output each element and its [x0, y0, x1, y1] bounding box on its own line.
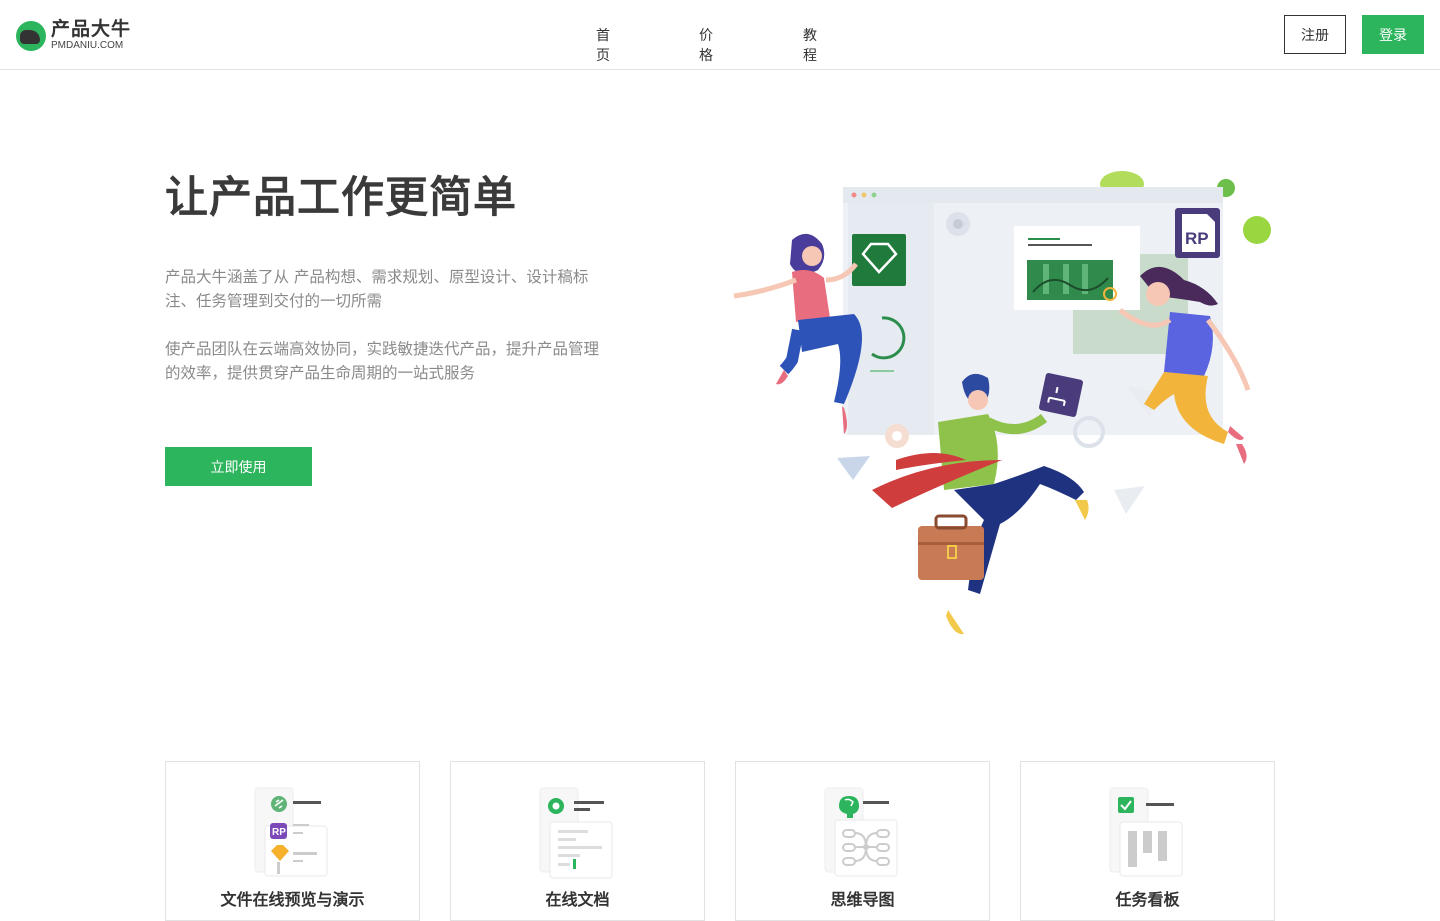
woman-left-illustration	[733, 233, 862, 434]
register-button[interactable]: 注册	[1284, 15, 1346, 54]
nav-pricing[interactable]: 价格	[699, 25, 713, 65]
chart-card	[1014, 226, 1140, 310]
nav-tutorials[interactable]: 教程	[803, 25, 817, 65]
rp-badge-text: RP	[1185, 229, 1209, 248]
briefcase-icon	[918, 514, 984, 580]
sketch-app-icon	[852, 234, 906, 286]
logo[interactable]: 产品大牛 PMDANIU.COM	[16, 20, 131, 51]
logo-domain: PMDANIU.COM	[51, 40, 124, 51]
file-preview-icon: RP	[254, 787, 328, 877]
nav-home[interactable]: 首页	[596, 25, 610, 65]
feature-label: 在线文档	[545, 890, 610, 909]
feature-card-online-docs[interactable]: 在线文档	[450, 761, 705, 921]
hero-description-2: 使产品团队在云端高效协同，实践敏捷迭代产品，提升产品管理的效率，提供贯穿产品生命…	[165, 340, 600, 382]
feature-label: 思维导图	[830, 890, 895, 909]
hero-illustration: RP	[733, 171, 1271, 635]
feature-label: 任务看板	[1115, 890, 1180, 909]
feature-card-mindmap[interactable]: 思维导图	[735, 761, 990, 921]
hero-description-1: 产品大牛涵盖了从 产品构想、需求规划、原型设计、设计稿标注、任务管理到交付的一切…	[165, 268, 589, 310]
logo-title: 产品大牛	[51, 18, 132, 40]
feature-label: 文件在线预览与演示	[220, 890, 365, 909]
feature-card-kanban[interactable]: 任务看板	[1020, 761, 1275, 921]
mindmap-icon	[824, 787, 898, 877]
rp-mini-text: RP	[272, 827, 286, 838]
rp-badge-icon: RP	[1175, 208, 1220, 258]
logo-bull-icon	[16, 20, 46, 51]
top-header: 产品大牛 PMDANIU.COM 首页 价格 教程 注册 登录	[0, 0, 1440, 70]
feature-card-file-preview[interactable]: RP 文件在线预览与演示	[165, 761, 420, 921]
sitemap-icon	[1039, 373, 1083, 417]
login-button[interactable]: 登录	[1362, 15, 1424, 54]
hero-title: 让产品工作更简单	[165, 173, 517, 223]
document-icon	[539, 787, 613, 879]
kanban-icon	[1109, 787, 1183, 877]
start-now-button[interactable]: 立即使用	[165, 447, 312, 486]
